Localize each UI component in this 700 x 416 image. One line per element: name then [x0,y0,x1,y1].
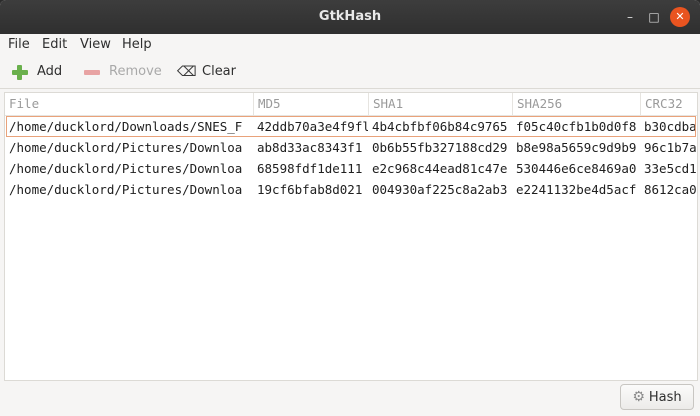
menu-bar: File Edit View Help [0,34,700,56]
close-button[interactable]: ✕ [670,7,690,27]
gear-icon: ⚙ [632,389,645,405]
title-bar[interactable]: GtkHash – □ ✕ [0,0,700,34]
hash-table[interactable]: File MD5 SHA1 SHA256 CRC32 /home/ducklor… [4,92,698,381]
maximize-button[interactable]: □ [644,7,664,27]
cell-crc32: 96c1b7a [644,140,697,155]
menu-file[interactable]: File [8,34,30,56]
cell-sha1: 4b4cbfbf06b84c9765 [372,119,508,134]
cell-file: /home/ducklord/Pictures/Downloa [9,182,243,197]
remove-button[interactable]: Remove [84,60,162,84]
minimize-button[interactable]: – [620,7,640,27]
column-header-sha1[interactable]: SHA1 [368,93,512,115]
table-row[interactable]: /home/ducklord/Pictures/Downloa ab8d33ac… [5,137,697,158]
cell-md5: 68598fdf1de111 [257,161,363,176]
column-header-crc32[interactable]: CRC32 [640,93,697,115]
cell-file: /home/ducklord/Downloads/SNES_F [9,119,243,134]
plus-icon [12,64,28,80]
cell-file: /home/ducklord/Pictures/Downloa [9,161,243,176]
column-header-sha256[interactable]: SHA256 [512,93,640,115]
clear-button[interactable]: ⌫ Clear [177,60,236,84]
hash-label: Hash [648,389,682,405]
cell-crc32: 33e5cd1 [644,161,697,176]
hash-button[interactable]: ⚙ Hash [620,384,694,410]
cell-sha256: 530446e6ce8469a0 [516,161,637,176]
cell-md5: 19cf6bfab8d021 [257,182,363,197]
window-title: GtkHash [318,9,382,24]
cell-crc32: b30cdba [644,119,697,134]
cell-sha1: 004930af225c8a2ab3 [372,182,508,197]
add-button[interactable]: Add [12,60,62,84]
table-body: /home/ducklord/Downloads/SNES_F 42ddb70a… [5,116,697,200]
column-header-md5[interactable]: MD5 [253,93,368,115]
cell-sha256: b8e98a5659c9d9b9 [516,140,637,155]
clear-label: Clear [202,64,236,79]
menu-view[interactable]: View [80,34,111,56]
remove-label: Remove [109,64,162,79]
cell-crc32: 8612ca0 [644,182,697,197]
cell-sha1: 0b6b55fb327188cd29 [372,140,508,155]
clear-icon: ⌫ [177,64,197,80]
add-label: Add [37,64,63,79]
table-header: File MD5 SHA1 SHA256 CRC32 [5,93,697,116]
menu-edit[interactable]: Edit [42,34,67,56]
gtkhash-window: GtkHash – □ ✕ File Edit View Help Add Re… [0,0,700,416]
cell-file: /home/ducklord/Pictures/Downloa [9,140,243,155]
minus-icon [84,64,100,80]
cell-md5: ab8d33ac8343f1 [257,140,363,155]
cell-sha1: e2c968c44ead81c47e [372,161,508,176]
table-row[interactable]: /home/ducklord/Downloads/SNES_F 42ddb70a… [5,116,697,137]
toolbar: Add Remove ⌫ Clear [0,56,700,89]
cell-md5: 42ddb70a3e4f9fl [257,119,368,134]
table-row[interactable]: /home/ducklord/Pictures/Downloa 68598fdf… [5,158,697,179]
cell-sha256: e2241132be4d5acf [516,182,637,197]
cell-sha256: f05c40cfb1b0d0f8 [516,119,637,134]
table-row[interactable]: /home/ducklord/Pictures/Downloa 19cf6bfa… [5,179,697,200]
column-header-file[interactable]: File [5,93,253,115]
bottom-bar: ⚙ Hash [0,380,700,416]
menu-help[interactable]: Help [122,34,152,56]
